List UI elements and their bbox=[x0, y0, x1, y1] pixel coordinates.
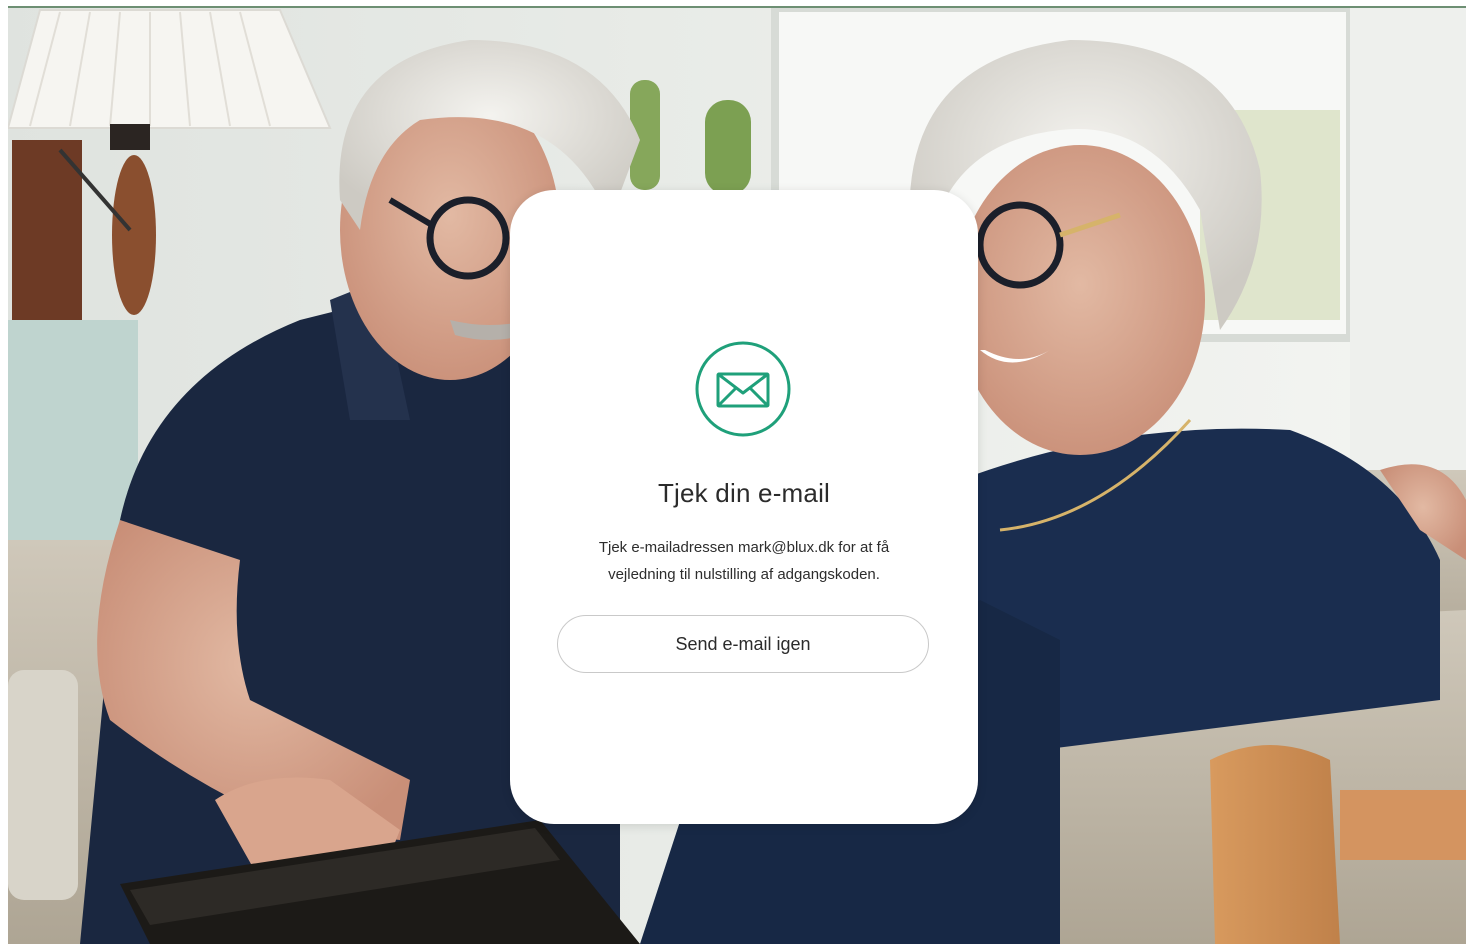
card-message: Tjek e-mailadressen mark@blux.dk for at … bbox=[598, 539, 890, 583]
left-border bbox=[0, 0, 8, 944]
wall-rack bbox=[12, 140, 82, 320]
pillow-shape bbox=[8, 670, 78, 900]
wall-right-shape bbox=[1350, 8, 1466, 478]
resend-email-button[interactable]: Send e-mail igen bbox=[557, 615, 929, 673]
left-wall-panel bbox=[8, 320, 138, 550]
reset-confirmation-page: Tjek din e-mail Tjek e-mailadressen mark… bbox=[0, 0, 1466, 944]
wood-frame-shape bbox=[1210, 745, 1340, 944]
top-border bbox=[0, 0, 1466, 8]
envelope-icon bbox=[695, 341, 791, 437]
lamp-base bbox=[110, 124, 150, 150]
lamp-wood bbox=[112, 155, 156, 315]
cactus-shape bbox=[705, 100, 751, 195]
wood-rail-shape bbox=[1340, 790, 1466, 860]
email-sent-card: Tjek din e-mail Tjek e-mailadressen mark… bbox=[510, 190, 978, 824]
card-title: Tjek din e-mail bbox=[657, 478, 831, 508]
woman-head-shape bbox=[955, 145, 1205, 455]
